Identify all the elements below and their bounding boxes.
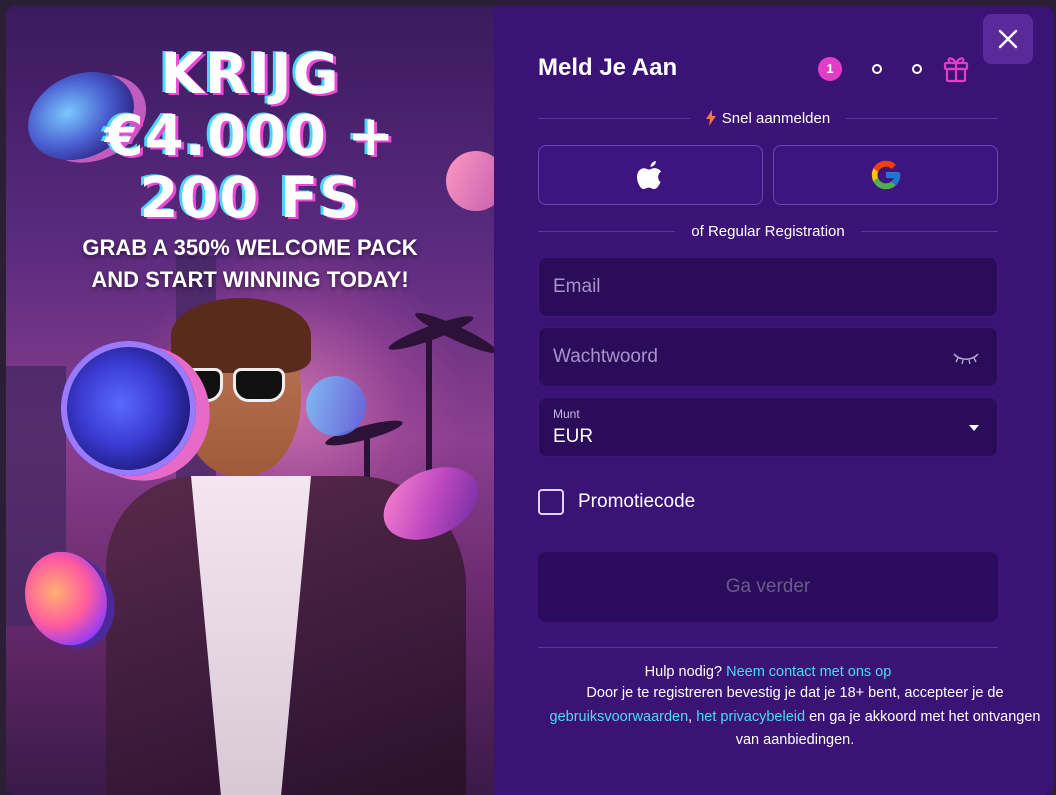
promo-code-checkbox[interactable] [538,489,564,515]
regular-registration-divider: of Regular Registration [538,221,999,241]
eye-closed-icon[interactable] [953,351,979,365]
help-text: Hulp nodig? Neem contact met ons op [538,664,998,680]
close-icon [998,29,1018,49]
apple-signin-button[interactable] [538,145,763,205]
form-title: Meld Je Aan [538,54,678,81]
promo-banner: KRIJG €4.000 + 200 FS GRAB A 350% WELCOM… [6,6,494,795]
currency-label: Munt [553,407,580,421]
email-field[interactable] [538,257,998,317]
email-input[interactable] [539,258,997,316]
quick-signup-label: Snel aanmelden [721,109,831,127]
headline-line: 200 FS [139,166,361,231]
footer-divider [538,647,998,648]
currency-value: EUR [553,426,594,447]
promo-headline: KRIJG €4.000 + 200 FS [6,44,494,230]
regular-registration-label: of Regular Registration [691,222,845,240]
close-button[interactable] [983,14,1033,64]
terms-text: Door je te registreren bevestig je dat j… [545,682,1045,753]
subline-line: GRAB A 350% WELCOME PACK [82,235,418,260]
step-indicator: 1 [818,57,978,83]
promo-subline: GRAB A 350% WELCOME PACK AND START WINNI… [6,232,494,296]
step-current: 1 [818,57,842,81]
step-dot [912,64,922,74]
gift-icon[interactable] [942,53,970,83]
currency-select[interactable]: Munt EUR [538,397,998,457]
privacy-policy-link[interactable]: het privacybeleid [696,709,805,725]
continue-button[interactable]: Ga verder [538,552,998,622]
subline-line: AND START WINNING TODAY! [91,267,409,292]
terms-separator: , [688,708,693,725]
terms-of-use-link[interactable]: gebruiksvoorwaarden [550,709,689,725]
apple-icon [636,161,661,189]
google-signin-button[interactable] [773,145,998,205]
password-input[interactable] [539,328,997,386]
promo-code-toggle[interactable]: Promotiecode [538,489,695,515]
step-dot [872,64,882,74]
quick-signup-divider: Snel aanmelden [538,108,999,128]
contact-link[interactable]: Neem contact met ons op [726,664,891,680]
character-hair [171,298,311,373]
google-icon [871,160,900,190]
headline-line: KRIJG [160,42,340,107]
lightning-icon [705,110,716,126]
chevron-down-icon [969,425,979,431]
password-field[interactable] [538,327,998,387]
help-label: Hulp nodig? [644,664,723,680]
headline-line: €4.000 + [104,104,396,169]
terms-prefix: Door je te registreren bevestig je dat j… [586,685,1004,701]
promo-code-label: Promotiecode [578,491,696,512]
